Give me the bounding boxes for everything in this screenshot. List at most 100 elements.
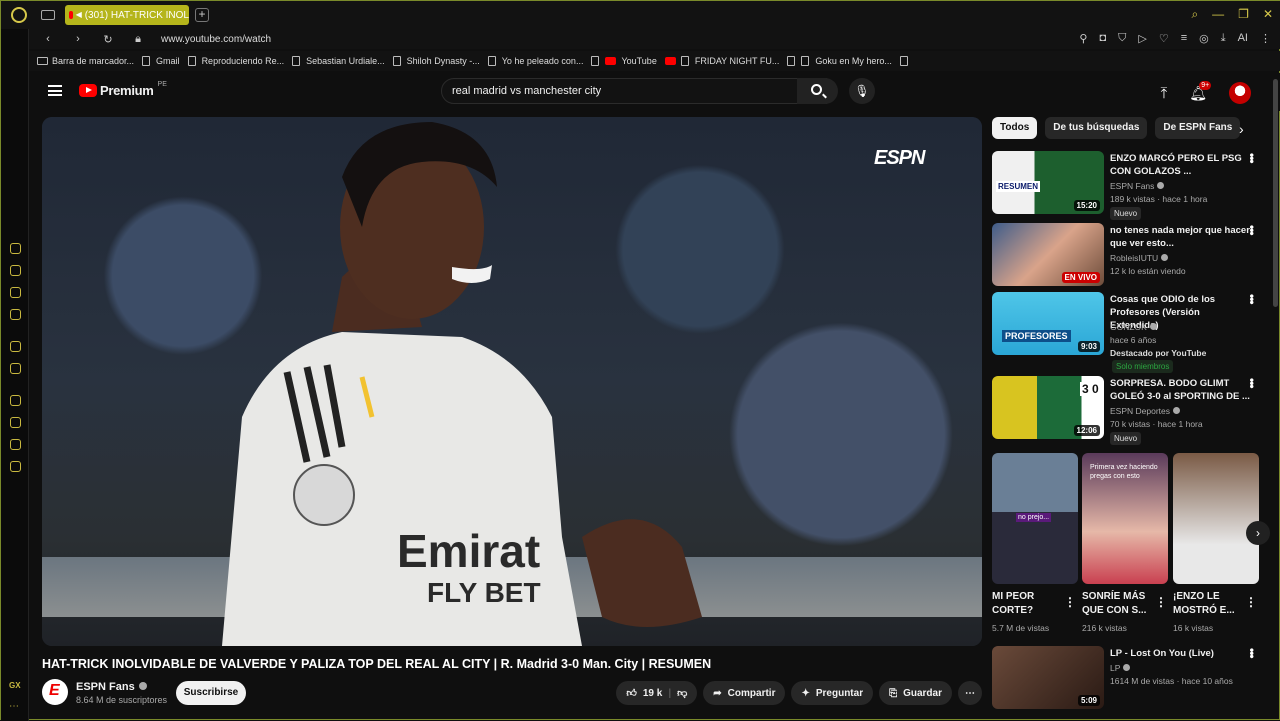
messenger-icon[interactable] <box>10 309 21 320</box>
bookmark-item[interactable]: Shiloh Dynasty -... <box>392 56 480 66</box>
more-options-icon[interactable]: ••• <box>1245 648 1259 658</box>
short-title[interactable]: ¡ENZO LE MOSTRÓ E... <box>1173 590 1243 618</box>
share-button[interactable]: ➦ Compartir <box>703 681 786 705</box>
video-player[interactable]: Emirat FLY BET ESPN <box>42 117 982 646</box>
short-thumbnail[interactable]: Primera vez haciendo pregas con esto <box>1082 453 1168 584</box>
video-title[interactable]: ENZO MARCÓ PERO EL PSG CON GOLAZOS ... <box>1110 152 1250 178</box>
speed-dial-icon[interactable] <box>10 243 21 254</box>
list-item[interactable]: RESUMEN 15:20 ENZO MARCÓ PERO EL PSG CON… <box>992 151 1267 220</box>
subscribe-button[interactable]: Suscribirse <box>176 681 246 705</box>
bookmark-item[interactable]: FRIDAY NIGHT FU... <box>664 56 779 66</box>
ask-button[interactable]: ✦ Preguntar <box>791 681 874 705</box>
voice-search-icon[interactable]: 🎙︎ <box>849 78 875 104</box>
close-window-button[interactable]: ✕ <box>1263 7 1273 22</box>
more-options-icon[interactable]: ⋮ <box>1245 595 1257 609</box>
chip-searches[interactable]: De tus búsquedas <box>1045 117 1148 139</box>
extensions-icon[interactable] <box>10 439 21 450</box>
list-item[interactable]: 5:09 LP - Lost On You (Live) LP 1614 M d… <box>992 646 1267 712</box>
bookmark-item[interactable]: Barra de marcador... <box>37 56 134 66</box>
download-icon[interactable]: ⤓ <box>1221 32 1226 45</box>
user-avatar[interactable] <box>1229 82 1251 104</box>
notifications-bell-icon[interactable]: 🔔︎ 9+ <box>1189 80 1212 102</box>
shorts-next-button[interactable]: › <box>1246 521 1270 545</box>
channel-name[interactable]: ESPN Fans <box>1110 181 1165 191</box>
video-title[interactable]: SORPRESA. BODO GLIMT GOLEÓ 3-0 al SPORTI… <box>1110 377 1250 403</box>
lock-icon[interactable]: 🔒︎ <box>127 33 149 46</box>
video-thumbnail[interactable]: 5:09 <box>992 646 1104 709</box>
channel-name[interactable]: LP <box>1110 663 1131 673</box>
short-thumbnail[interactable]: no prejo... <box>992 453 1078 584</box>
new-tab-button[interactable]: + <box>195 8 209 22</box>
menu-icon[interactable]: ≡ <box>1181 32 1187 45</box>
opera-gx-logo-icon[interactable] <box>11 7 27 23</box>
video-title[interactable]: LP - Lost On You (Live) <box>1110 647 1250 660</box>
channel-name[interactable]: ESPN Fans <box>76 681 147 693</box>
news-icon[interactable] <box>10 287 21 298</box>
channel-name[interactable]: RobleisIUTU <box>1110 253 1169 263</box>
channel-name[interactable]: ESPN Deportes <box>1110 406 1180 416</box>
bookmark-item[interactable]: YouTube <box>591 56 657 66</box>
short-title[interactable]: MI PEOR CORTE? <box>992 590 1062 618</box>
more-options-icon[interactable]: ••• <box>1245 378 1259 388</box>
video-title[interactable]: no tenes nada mejor que hacer que ver es… <box>1110 224 1250 250</box>
gx-control-icon[interactable] <box>10 265 21 276</box>
heart-icon[interactable]: ♡ <box>1159 32 1169 45</box>
list-item[interactable]: PROFESORES 9:03 Cosas que ODIO de los Pr… <box>992 292 1267 373</box>
pin-icon[interactable]: ⚲ <box>1079 32 1087 45</box>
shield-icon[interactable]: ⛉ <box>1118 32 1126 45</box>
list-item[interactable]: 3 0 12:06 SORPRESA. BODO GLIMT GOLEÓ 3-0… <box>992 376 1267 445</box>
bookmark-item[interactable]: Gmail <box>142 56 180 66</box>
tab-manager-icon[interactable] <box>41 10 55 20</box>
minimize-button[interactable]: — <box>1212 7 1224 22</box>
bookmark-item[interactable] <box>899 56 914 66</box>
short-thumbnail[interactable] <box>1173 453 1259 584</box>
create-upload-icon[interactable]: ⤒ <box>1161 85 1168 102</box>
scrollbar[interactable] <box>1273 79 1278 307</box>
history-icon[interactable] <box>10 417 21 428</box>
profile-icon[interactable]: ◎ <box>1199 32 1209 45</box>
play-icon[interactable]: ▷ <box>1138 32 1146 45</box>
save-button[interactable]: ⎘ Guardar <box>879 681 952 705</box>
back-arrow-icon[interactable]: ‹ <box>37 33 59 45</box>
chip-todos[interactable]: Todos <box>992 117 1038 139</box>
like-button[interactable]: 👍︎ 19 k | 👎︎ <box>616 681 698 705</box>
settings-icon[interactable] <box>10 461 21 472</box>
tab-youtube-video[interactable]: ◀ (301) HAT-TRICK INOL <box>65 5 189 25</box>
video-thumbnail[interactable]: EN VIVO <box>992 223 1104 286</box>
discord-icon[interactable] <box>10 363 21 374</box>
search-input[interactable]: real madrid vs manchester city ✕ <box>441 78 827 104</box>
more-options-icon[interactable]: ⋮ <box>1155 595 1167 609</box>
restore-button[interactable]: ❐ <box>1238 7 1249 22</box>
search-tabs-icon[interactable]: ⌕ <box>1191 7 1198 22</box>
video-thumbnail[interactable]: PROFESORES 9:03 <box>992 292 1104 355</box>
chevron-right-icon[interactable]: › <box>1239 121 1244 137</box>
speaker-icon[interactable]: ◀ <box>76 11 82 19</box>
more-options-icon[interactable]: ••• <box>1245 153 1259 163</box>
player-icon[interactable] <box>10 395 21 406</box>
thumbs-down-icon[interactable]: 👎︎ <box>677 687 687 699</box>
short-title[interactable]: SONRÍE MÁS QUE CON S... <box>1082 590 1157 618</box>
video-thumbnail[interactable]: 3 0 12:06 <box>992 376 1104 439</box>
channel-name[interactable]: GONZOK <box>1110 322 1157 332</box>
extensions-icon[interactable]: ⋮ <box>1260 32 1271 45</box>
chip-channel[interactable]: De ESPN Fans <box>1155 117 1241 139</box>
url-field[interactable]: www.youtube.com/watch <box>161 34 271 45</box>
video-thumbnail[interactable]: RESUMEN 15:20 <box>992 151 1104 214</box>
bookmark-item[interactable]: Goku en My hero... <box>787 56 892 66</box>
bookmark-item[interactable]: Reproduciendo Re... <box>187 56 284 66</box>
reload-icon[interactable]: ↻ <box>97 33 119 46</box>
more-options-icon[interactable]: ••• <box>1245 294 1259 304</box>
bookmark-item[interactable]: Yo he peleado con... <box>487 56 583 66</box>
more-icon[interactable]: ⋯ <box>9 701 19 712</box>
channel-avatar[interactable] <box>42 679 68 705</box>
ai-label[interactable]: AI <box>1238 32 1248 45</box>
more-options-icon[interactable]: ••• <box>1245 225 1259 235</box>
twitch-icon[interactable] <box>10 341 21 352</box>
list-item[interactable]: EN VIVO no tenes nada mejor que hacer qu… <box>992 223 1267 289</box>
forward-arrow-icon[interactable]: › <box>67 33 89 45</box>
more-actions-button[interactable]: ⋯ <box>958 681 982 705</box>
bookmark-item[interactable]: Sebastian Urdiale... <box>292 56 385 66</box>
more-options-icon[interactable]: ⋮ <box>1064 595 1076 609</box>
hamburger-menu-icon[interactable] <box>48 85 62 96</box>
youtube-logo[interactable]: Premium PE <box>79 81 167 98</box>
